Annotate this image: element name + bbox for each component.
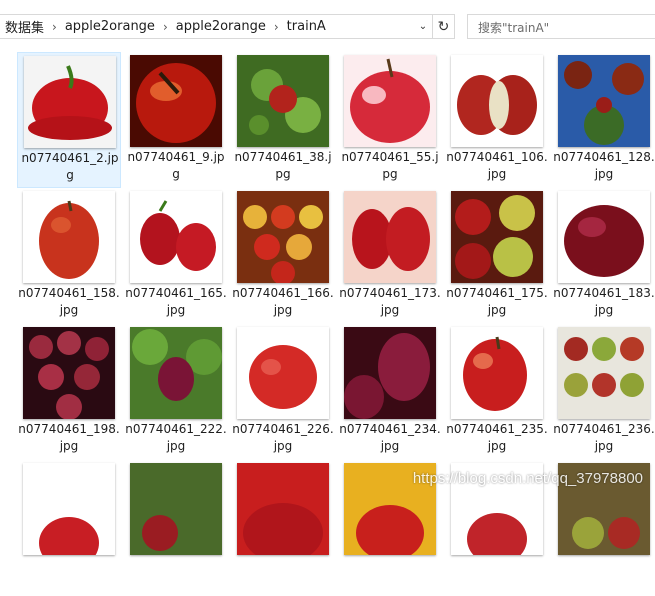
file-item[interactable]: n07740461_183.jpg	[552, 188, 655, 324]
file-thumbnail[interactable]	[23, 191, 115, 283]
file-thumbnail[interactable]	[130, 327, 222, 419]
file-name[interactable]: n07740461_226.jpg	[231, 421, 335, 455]
file-name-line1: n07740461_236.	[553, 422, 655, 436]
file-name-line2: g	[66, 168, 74, 182]
file-name[interactable]: n07740461_234.jpg	[338, 421, 442, 455]
file-item[interactable]: n07740461_165.jpg	[124, 188, 228, 324]
file-name-line2: jpg	[166, 439, 186, 453]
file-name[interactable]: n07740461_235.jpg	[445, 421, 549, 455]
file-name[interactable]: n07740461_2.jpg	[18, 150, 122, 184]
file-name-line1: n07740461_2.jp	[21, 151, 119, 165]
file-item[interactable]: n07740461_55.jpg	[338, 52, 442, 188]
file-item[interactable]: n07740461_9.jpg	[124, 52, 228, 188]
file-item[interactable]: n07740461_222.jpg	[124, 324, 228, 460]
file-item[interactable]: n07740461_128.jpg	[552, 52, 655, 188]
file-name-line1: n07740461_38.j	[234, 150, 332, 164]
file-name-line2: jpg	[594, 167, 614, 181]
file-name[interactable]: n07740461_173.jpg	[338, 285, 442, 319]
file-name-line1: n07740461_175.	[446, 286, 548, 300]
file-item[interactable]: n07740461_235.jpg	[445, 324, 549, 460]
file-thumbnail[interactable]	[23, 463, 115, 555]
file-name-line1: n07740461_158.	[18, 286, 120, 300]
file-name-line2: jpg	[380, 303, 400, 317]
file-item[interactable]: n07740461_106.jpg	[445, 52, 549, 188]
file-name-line1: n07740461_198.	[18, 422, 120, 436]
file-thumbnail[interactable]	[558, 191, 650, 283]
file-name[interactable]: n07740461_55.jpg	[338, 149, 442, 183]
file-thumbnail[interactable]	[344, 191, 436, 283]
file-name-line1: n07740461_165.	[125, 286, 227, 300]
file-item[interactable]: n07740461_198.jpg	[17, 324, 121, 460]
file-item[interactable]: n07740461_158.jpg	[17, 188, 121, 324]
file-name[interactable]: n07740461_175.jpg	[445, 285, 549, 319]
file-thumbnail[interactable]	[344, 55, 436, 147]
file-name-line2: pg	[382, 167, 398, 181]
file-thumbnail[interactable]	[23, 327, 115, 419]
file-item[interactable]	[124, 460, 228, 596]
file-name[interactable]: n07740461_183.jpg	[552, 285, 655, 319]
file-thumbnail[interactable]	[237, 191, 329, 283]
file-name-line2: jpg	[594, 439, 614, 453]
file-item[interactable]	[17, 460, 121, 596]
file-name-line1: n07740461_235.	[446, 422, 548, 436]
file-thumbnail[interactable]	[237, 327, 329, 419]
file-thumbnail[interactable]	[130, 463, 222, 555]
file-name-line2: jpg	[166, 303, 186, 317]
watermark: https://blog.csdn.net/qq_37978800	[412, 470, 643, 487]
file-name-line2: jpg	[273, 303, 293, 317]
file-item[interactable]	[231, 460, 335, 596]
file-name-line1: n07740461_234.	[339, 422, 441, 436]
file-name[interactable]: n07740461_198.jpg	[17, 421, 121, 455]
file-name-line2: jpg	[487, 439, 507, 453]
file-name-line1: n07740461_55.j	[341, 150, 439, 164]
file-name[interactable]: n07740461_236.jpg	[552, 421, 655, 455]
file-name[interactable]: n07740461_9.jpg	[124, 149, 228, 183]
file-name-line1: n07740461_9.jp	[127, 150, 225, 164]
file-name[interactable]: n07740461_128.jpg	[552, 149, 655, 183]
file-thumbnail[interactable]	[344, 327, 436, 419]
file-thumbnail[interactable]	[451, 327, 543, 419]
file-name-line2: jpg	[487, 167, 507, 181]
file-name-line2: pg	[275, 167, 291, 181]
file-name[interactable]: n07740461_106.jpg	[445, 149, 549, 183]
file-name-line2: jpg	[594, 303, 614, 317]
file-name-line2: jpg	[380, 439, 400, 453]
file-thumbnail[interactable]	[451, 55, 543, 147]
file-item[interactable]: n07740461_236.jpg	[552, 324, 655, 460]
file-item[interactable]: n07740461_226.jpg	[231, 324, 335, 460]
file-name-line1: n07740461_106.	[446, 150, 548, 164]
file-thumbnail[interactable]	[558, 55, 650, 147]
file-thumbnail[interactable]	[237, 55, 329, 147]
file-thumbnail[interactable]	[130, 191, 222, 283]
file-item[interactable]: n07740461_175.jpg	[445, 188, 549, 324]
file-name[interactable]: n07740461_38.jpg	[231, 149, 335, 183]
file-name-line1: n07740461_226.	[232, 422, 334, 436]
file-name-line2: g	[172, 167, 180, 181]
file-name-line1: n07740461_128.	[553, 150, 655, 164]
file-thumbnail[interactable]	[130, 55, 222, 147]
file-thumbnail[interactable]	[451, 191, 543, 283]
file-thumbnail[interactable]	[24, 56, 116, 148]
file-name[interactable]: n07740461_165.jpg	[124, 285, 228, 319]
file-name-line1: n07740461_183.	[553, 286, 655, 300]
file-name[interactable]: n07740461_166.jpg	[231, 285, 335, 319]
file-name-line2: jpg	[59, 303, 79, 317]
file-name-line1: n07740461_166.	[232, 286, 334, 300]
file-item[interactable]: n07740461_38.jpg	[231, 52, 335, 188]
file-name[interactable]: n07740461_158.jpg	[17, 285, 121, 319]
file-thumbnail[interactable]	[237, 463, 329, 555]
file-item[interactable]: n07740461_166.jpg	[231, 188, 335, 324]
file-thumbnail[interactable]	[558, 327, 650, 419]
file-item[interactable]: n07740461_173.jpg	[338, 188, 442, 324]
file-item[interactable]: n07740461_234.jpg	[338, 324, 442, 460]
file-name[interactable]: n07740461_222.jpg	[124, 421, 228, 455]
file-item[interactable]: n07740461_2.jpg	[17, 52, 121, 188]
file-name-line1: n07740461_222.	[125, 422, 227, 436]
file-name-line1: n07740461_173.	[339, 286, 441, 300]
file-name-line2: jpg	[273, 439, 293, 453]
file-name-line2: jpg	[59, 439, 79, 453]
file-name-line2: jpg	[487, 303, 507, 317]
file-grid: n07740461_2.jp g n07740461_9.jp g n07740461_…	[0, 0, 655, 555]
